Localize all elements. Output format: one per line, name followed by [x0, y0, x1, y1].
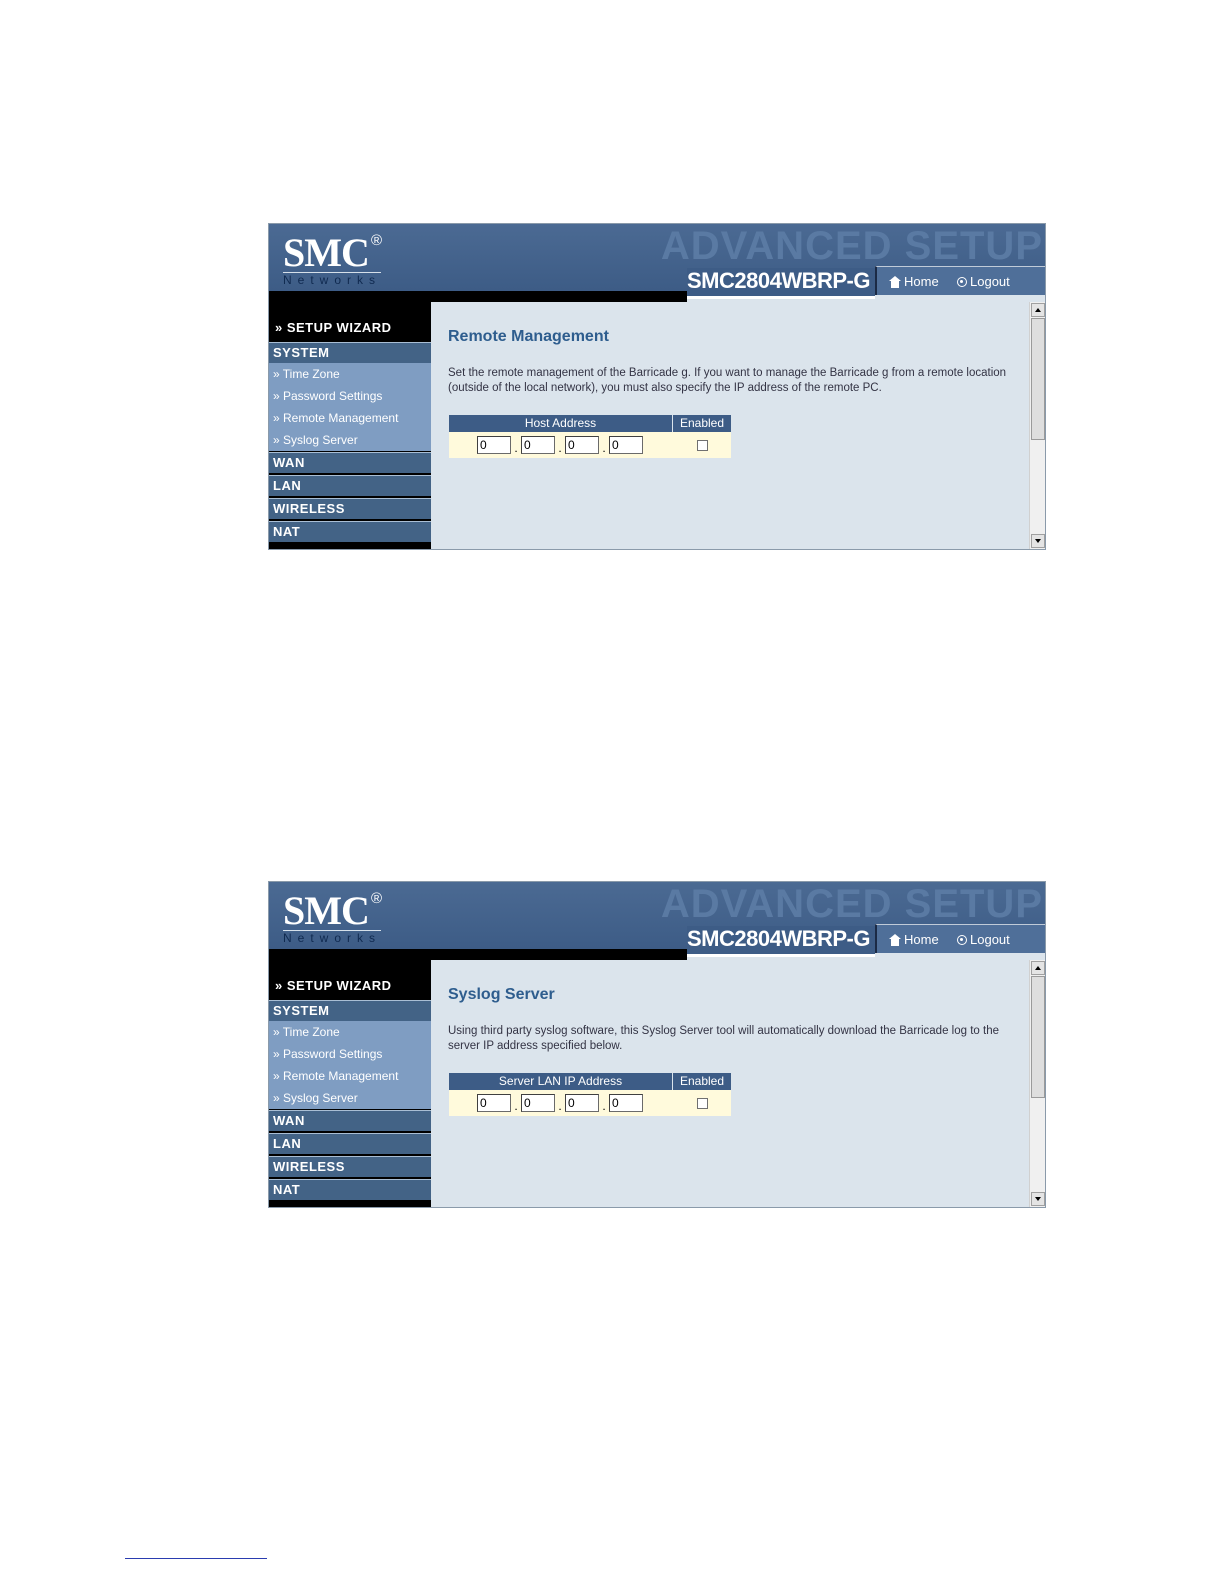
sidebar: » SETUP WIZARD SYSTEM » Time Zone » Pass… [269, 302, 431, 549]
enabled-cell [673, 432, 731, 458]
form-header: Host Address Enabled [449, 415, 731, 432]
logout-label: Logout [970, 274, 1010, 289]
octet-separator: . [558, 441, 562, 455]
ip-octet-2-input[interactable]: 0 [521, 1094, 555, 1112]
home-link[interactable]: Home [889, 932, 939, 947]
content-panel: Syslog Server Using third party syslog s… [431, 960, 1029, 1207]
ip-octet-1-input[interactable]: 0 [477, 436, 511, 454]
sidebar-item-lan[interactable]: LAN [269, 1133, 431, 1154]
sidebar-item-time-zone[interactable]: » Time Zone [269, 1021, 431, 1043]
enabled-header: Enabled [673, 415, 731, 432]
octet-separator: . [602, 441, 606, 455]
home-label: Home [904, 932, 939, 947]
model-name: SMC2804WBRP-G [687, 926, 875, 957]
sidebar-item-system[interactable]: SYSTEM [269, 342, 431, 363]
host-address-form: Host Address Enabled 0 . 0 . 0 . 0 [449, 415, 731, 458]
logout-label: Logout [970, 932, 1010, 947]
section-title: ADVANCED SETUP [660, 882, 1043, 926]
system-submenu: » Time Zone » Password Settings » Remote… [269, 363, 431, 451]
sidebar-item-password-settings[interactable]: » Password Settings [269, 1043, 431, 1065]
logout-icon [957, 276, 967, 287]
enabled-checkbox[interactable] [696, 439, 708, 451]
top-nav: Home Logout [875, 266, 1045, 295]
ip-octet-4-input[interactable]: 0 [609, 436, 643, 454]
home-label: Home [904, 274, 939, 289]
home-icon [889, 275, 901, 288]
scroll-thumb[interactable] [1031, 976, 1045, 1098]
sidebar-item-password-settings[interactable]: » Password Settings [269, 385, 431, 407]
sidebar-item-remote-management[interactable]: » Remote Management [269, 1065, 431, 1087]
sidebar-item-nat[interactable]: NAT [269, 1179, 431, 1200]
ip-octet-2-input[interactable]: 0 [521, 436, 555, 454]
sidebar-item-nat[interactable]: NAT [269, 521, 431, 542]
registered-mark: ® [371, 890, 383, 907]
header-banner: SMC ® Networks ADVANCED SETUP SMC2804WBR… [269, 224, 1045, 299]
syslog-server-screenshot: SMC ® Networks ADVANCED SETUP SMC2804WBR… [268, 881, 1046, 1208]
vertical-scrollbar[interactable] [1029, 302, 1045, 549]
scroll-up-arrow-icon[interactable] [1031, 303, 1045, 317]
model-name: SMC2804WBRP-G [687, 268, 875, 299]
ip-octet-4-input[interactable]: 0 [609, 1094, 643, 1112]
scroll-down-arrow-icon[interactable] [1031, 1192, 1045, 1206]
sidebar-item-remote-management[interactable]: » Remote Management [269, 407, 431, 429]
sidebar-item-syslog-server[interactable]: » Syslog Server [269, 1087, 431, 1109]
ip-address-field: 0 . 0 . 0 . 0 [449, 1090, 672, 1116]
vertical-scrollbar[interactable] [1029, 960, 1045, 1207]
remote-management-screenshot: SMC ® Networks ADVANCED SETUP SMC2804WBR… [268, 223, 1046, 550]
top-nav: Home Logout [875, 924, 1045, 953]
ip-octet-3-input[interactable]: 0 [565, 436, 599, 454]
ip-address-field: 0 . 0 . 0 . 0 [449, 432, 672, 458]
logout-link[interactable]: Logout [957, 932, 1010, 947]
ip-octet-3-input[interactable]: 0 [565, 1094, 599, 1112]
content-panel: Remote Management Set the remote managem… [431, 302, 1029, 549]
scroll-thumb[interactable] [1031, 318, 1045, 440]
scroll-up-arrow-icon[interactable] [1031, 961, 1045, 975]
page-description: Using third party syslog software, this … [448, 1025, 999, 1052]
scroll-down-arrow-icon[interactable] [1031, 534, 1045, 548]
registered-mark: ® [371, 232, 383, 249]
footnote-rule [125, 1558, 267, 1559]
enabled-header: Enabled [673, 1073, 731, 1090]
form-row: 0 . 0 . 0 . 0 [449, 1090, 731, 1116]
header-divider [269, 949, 687, 960]
enabled-cell [673, 1090, 731, 1116]
page-title: Syslog Server [448, 986, 555, 1003]
section-title: ADVANCED SETUP [660, 224, 1043, 268]
home-icon [889, 933, 901, 946]
sidebar-item-setup-wizard[interactable]: » SETUP WIZARD [275, 978, 392, 993]
page-title: Remote Management [448, 328, 609, 345]
octet-separator: . [514, 441, 518, 455]
page-description: Set the remote management of the Barrica… [448, 367, 1007, 394]
sidebar-item-lan[interactable]: LAN [269, 475, 431, 496]
form-row: 0 . 0 . 0 . 0 [449, 432, 731, 458]
system-submenu: » Time Zone » Password Settings » Remote… [269, 1021, 431, 1109]
home-link[interactable]: Home [889, 274, 939, 289]
sidebar-item-system[interactable]: SYSTEM [269, 1000, 431, 1021]
sidebar-item-time-zone[interactable]: » Time Zone [269, 363, 431, 385]
octet-separator: . [558, 1099, 562, 1113]
enabled-checkbox[interactable] [696, 1097, 708, 1109]
server-address-header: Server LAN IP Address [449, 1073, 672, 1090]
logo-subtitle: Networks [283, 930, 382, 945]
sidebar-item-wireless[interactable]: WIRELESS [269, 1156, 431, 1177]
logout-icon [957, 934, 967, 945]
octet-separator: . [602, 1099, 606, 1113]
host-address-header: Host Address [449, 415, 672, 432]
header-divider [269, 291, 687, 302]
smc-logo: SMC [283, 888, 370, 933]
sidebar-item-wan[interactable]: WAN [269, 452, 431, 473]
smc-logo: SMC [283, 230, 370, 275]
logo-subtitle: Networks [283, 272, 382, 287]
sidebar: » SETUP WIZARD SYSTEM » Time Zone » Pass… [269, 960, 431, 1207]
logout-link[interactable]: Logout [957, 274, 1010, 289]
header-banner: SMC ® Networks ADVANCED SETUP SMC2804WBR… [269, 882, 1045, 957]
ip-octet-1-input[interactable]: 0 [477, 1094, 511, 1112]
sidebar-item-wireless[interactable]: WIRELESS [269, 498, 431, 519]
server-address-form: Server LAN IP Address Enabled 0 . 0 . 0 … [449, 1073, 731, 1116]
octet-separator: . [514, 1099, 518, 1113]
sidebar-item-syslog-server[interactable]: » Syslog Server [269, 429, 431, 451]
form-header: Server LAN IP Address Enabled [449, 1073, 731, 1090]
sidebar-item-wan[interactable]: WAN [269, 1110, 431, 1131]
sidebar-item-setup-wizard[interactable]: » SETUP WIZARD [275, 320, 392, 335]
